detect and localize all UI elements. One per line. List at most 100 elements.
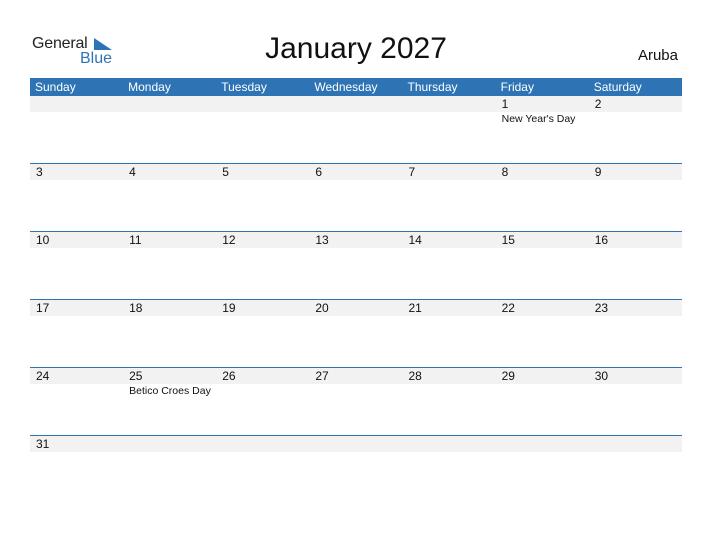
weekday-header: Sunday xyxy=(35,80,76,94)
day-number xyxy=(409,96,496,112)
week-cells: 31 xyxy=(30,436,682,452)
day-cell: 5 xyxy=(216,164,309,180)
day-cell xyxy=(216,436,309,452)
day-number xyxy=(129,436,216,452)
country-label: Aruba xyxy=(637,47,678,64)
day-cell xyxy=(403,436,496,452)
day-cell xyxy=(123,436,216,452)
week-cells: 3 4 5 6 7 8 9 xyxy=(30,164,682,180)
day-number: 2 xyxy=(594,97,602,111)
day-number: 21 xyxy=(408,301,422,315)
day-number: 26 xyxy=(222,369,236,383)
week-row: 1 New Year's Day 2 xyxy=(30,96,682,163)
week-cells: 1 New Year's Day 2 xyxy=(30,96,682,125)
weekday-header: Thursday xyxy=(407,80,458,94)
week-cells: 24 25 Betico Croes Day 26 27 28 29 30 xyxy=(30,368,682,397)
calendar-grid: Sunday Monday Tuesday Wednesday Thursday… xyxy=(30,78,682,452)
day-cell: 20 xyxy=(309,300,402,316)
day-number: 9 xyxy=(594,165,602,179)
day-number: 25 xyxy=(129,369,143,383)
day-number xyxy=(222,96,309,112)
day-cell: 26 xyxy=(216,368,309,397)
day-number: 11 xyxy=(129,233,142,247)
day-number: 23 xyxy=(594,301,609,315)
day-number xyxy=(502,436,589,452)
day-cell: 15 xyxy=(496,232,589,248)
week-row: 17 18 19 20 21 22 23 xyxy=(30,299,682,367)
weekday-header: Tuesday xyxy=(221,80,267,94)
week-row: 3 4 5 6 7 8 9 xyxy=(30,163,682,231)
week-cells: 17 18 19 20 21 22 23 xyxy=(30,300,682,316)
day-cell: 30 xyxy=(589,368,682,397)
day-cell: 27 xyxy=(309,368,402,397)
day-cell: 8 xyxy=(496,164,589,180)
day-number: 16 xyxy=(594,233,609,247)
weekday-header: Wednesday xyxy=(314,80,378,94)
weekday-header-row: Sunday Monday Tuesday Wednesday Thursday… xyxy=(30,78,682,96)
day-number: 19 xyxy=(222,301,236,315)
week-row: 24 25 Betico Croes Day 26 27 28 29 30 xyxy=(30,367,682,435)
day-number: 12 xyxy=(222,233,236,247)
day-number xyxy=(409,436,496,452)
day-number: 18 xyxy=(129,301,143,315)
day-number xyxy=(315,96,402,112)
day-number: 15 xyxy=(501,233,515,247)
day-cell: 7 xyxy=(403,164,496,180)
day-number: 10 xyxy=(36,233,50,247)
day-cell: 18 xyxy=(123,300,216,316)
day-number xyxy=(595,436,682,452)
day-cell xyxy=(216,96,309,125)
weekday-header: Monday xyxy=(128,80,171,94)
day-cell xyxy=(403,96,496,125)
calendar-title: January 2027 xyxy=(265,32,447,65)
day-number: 22 xyxy=(501,301,515,315)
day-cell: 28 xyxy=(403,368,496,397)
day-cell: 9 xyxy=(589,164,682,180)
day-cell: 1 New Year's Day xyxy=(496,96,589,125)
day-number: 1 xyxy=(501,97,509,111)
day-number xyxy=(315,436,402,452)
day-cell: 12 xyxy=(216,232,309,248)
holiday-label: New Year's Day xyxy=(501,113,576,125)
weekday-header: Saturday xyxy=(593,80,642,94)
weeks-container: 1 New Year's Day 2 3 4 5 6 7 8 9 10 11 12 13 14 15 16 17 1… xyxy=(30,96,682,452)
day-cell: 16 xyxy=(589,232,682,248)
day-number: 7 xyxy=(408,165,416,179)
weekday-header: Friday xyxy=(500,80,534,94)
day-number: 27 xyxy=(315,369,329,383)
week-row: 31 xyxy=(30,435,682,452)
day-number: 17 xyxy=(36,301,50,315)
day-cell: 6 xyxy=(309,164,402,180)
day-number: 20 xyxy=(315,301,329,315)
day-cell: 19 xyxy=(216,300,309,316)
day-cell: 29 xyxy=(496,368,589,397)
day-number: 6 xyxy=(315,165,323,179)
holiday-label: Betico Croes Day xyxy=(129,385,211,397)
day-number: 3 xyxy=(36,165,43,179)
day-cell xyxy=(123,96,216,125)
day-cell: 2 xyxy=(589,96,682,125)
day-cell: 10 xyxy=(30,232,123,248)
day-cell: 17 xyxy=(30,300,123,316)
day-cell: 22 xyxy=(496,300,589,316)
day-number: 8 xyxy=(501,165,509,179)
day-cell: 25 Betico Croes Day xyxy=(123,368,216,397)
day-cell xyxy=(309,96,402,125)
day-cell: 23 xyxy=(589,300,682,316)
day-cell: 3 xyxy=(30,164,123,180)
day-cell: 11 xyxy=(123,232,216,248)
week-cells: 10 11 12 13 14 15 16 xyxy=(30,232,682,248)
day-cell xyxy=(496,436,589,452)
day-number: 14 xyxy=(408,233,422,247)
day-number xyxy=(36,96,123,112)
day-cell xyxy=(30,96,123,125)
day-cell: 14 xyxy=(403,232,496,248)
day-cell: 24 xyxy=(30,368,123,397)
day-number: 5 xyxy=(222,165,229,179)
day-number: 24 xyxy=(36,369,50,383)
day-number: 29 xyxy=(501,369,515,383)
day-number xyxy=(222,436,309,452)
day-number: 30 xyxy=(594,369,609,383)
week-row: 10 11 12 13 14 15 16 xyxy=(30,231,682,299)
day-cell: 4 xyxy=(123,164,216,180)
